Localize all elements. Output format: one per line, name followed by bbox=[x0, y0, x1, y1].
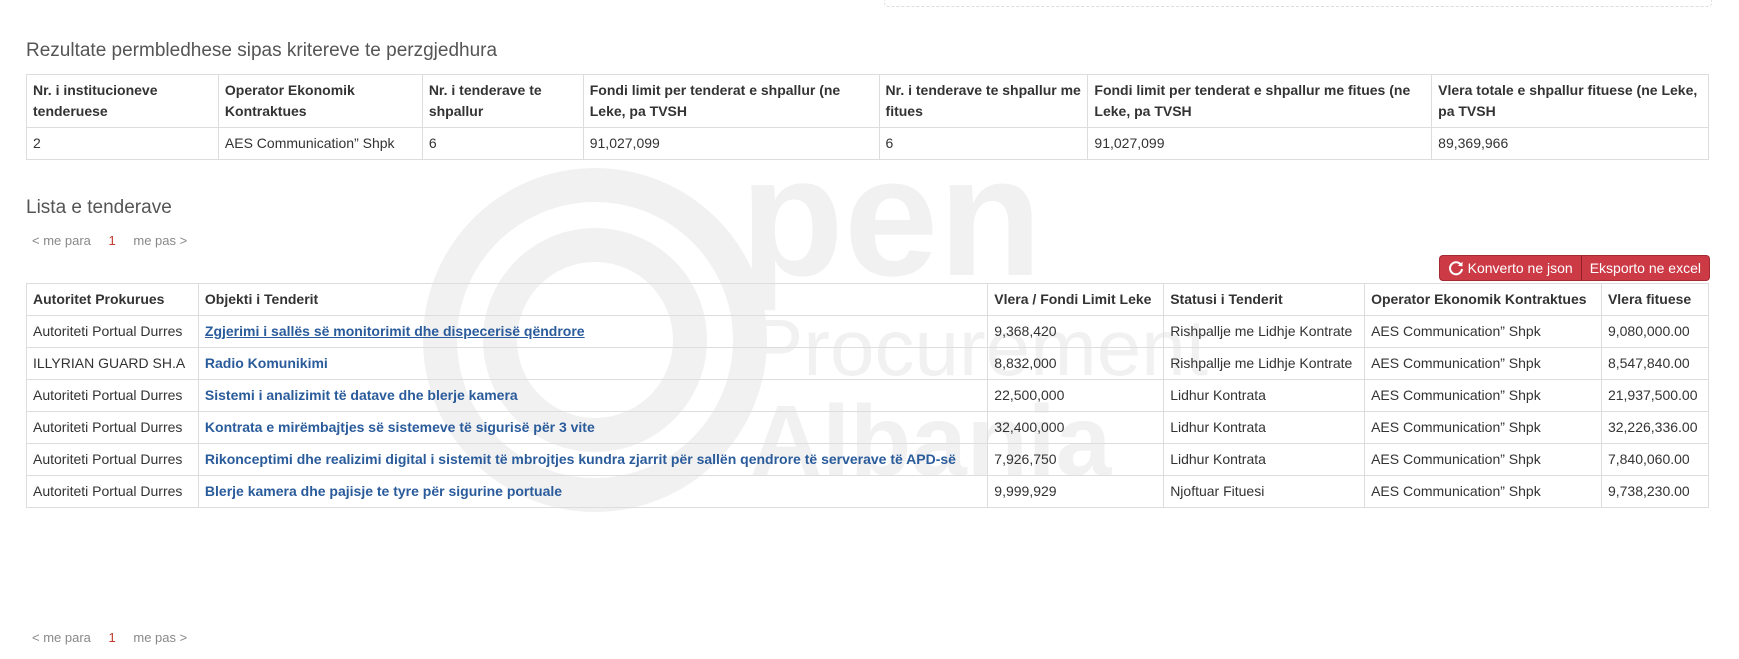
pager-bottom: < me para 1 me pas > bbox=[32, 630, 201, 645]
pager-next-link[interactable]: me pas > bbox=[133, 630, 187, 645]
tender-object-cell: Sistemi i analizimit të datave dhe blerj… bbox=[197, 379, 989, 412]
tender-link[interactable]: Kontrata e mirëmbajtjes së sistemeve të … bbox=[205, 419, 595, 435]
pager-top: < me para 1 me pas > bbox=[32, 233, 201, 248]
authority-cell: Autoriteti Portual Durres bbox=[26, 443, 199, 476]
tender-link[interactable]: Sistemi i analizimit të datave dhe blerj… bbox=[205, 387, 518, 403]
summary-title: Rezultate permbledhese sipas kritereve t… bbox=[26, 40, 498, 61]
summary-header-tenders-with-winner: Nr. i tenderave te shpallur me fitues bbox=[878, 74, 1089, 128]
summary-cell: AES Communication” Shpk bbox=[217, 127, 423, 160]
authority-cell: ILLYRIAN GUARD SH.A bbox=[26, 347, 199, 380]
fund-limit-cell: 9,368,420 bbox=[987, 315, 1165, 348]
summary-header-institutions: Nr. i institucioneve tenderuese bbox=[26, 74, 219, 128]
tender-link[interactable]: Radio Komunikimi bbox=[205, 355, 328, 371]
summary-row: 2 AES Communication” Shpk 6 91,027,099 6… bbox=[26, 127, 1709, 160]
operator-cell: AES Communication” Shpk bbox=[1364, 347, 1602, 380]
winning-value-cell: 9,738,230.00 bbox=[1600, 475, 1710, 508]
status-cell: Njoftuar Fituesi bbox=[1163, 475, 1366, 508]
summary-cell: 91,027,099 bbox=[1087, 127, 1433, 160]
summary-header-fund-limit-with-winner: Fondi limit per tenderat e shpallur me f… bbox=[1087, 74, 1433, 128]
fund-limit-cell: 22,500,000 bbox=[987, 379, 1165, 412]
summary-cell: 6 bbox=[878, 127, 1089, 160]
pager-prev-link[interactable]: < me para bbox=[32, 630, 91, 645]
header-winning-value: Vlera fituese bbox=[1600, 283, 1710, 316]
pager-next-link[interactable]: me pas > bbox=[133, 233, 187, 248]
table-row: ILLYRIAN GUARD SH.A Radio Komunikimi 8,8… bbox=[26, 347, 1710, 380]
tender-link[interactable]: Blerje kamera dhe pajisje te tyre për si… bbox=[205, 483, 562, 499]
pager-current-page[interactable]: 1 bbox=[109, 233, 116, 248]
tender-object-cell: Radio Komunikimi bbox=[197, 347, 989, 380]
authority-cell: Autoriteti Portual Durres bbox=[26, 379, 199, 412]
summary-cell: 89,369,966 bbox=[1431, 127, 1709, 160]
summary-header-row: Nr. i institucioneve tenderuese Operator… bbox=[26, 74, 1709, 128]
status-cell: Lidhur Kontrata bbox=[1163, 443, 1366, 476]
summary-cell: 6 bbox=[421, 127, 584, 160]
authority-cell: Autoriteti Portual Durres bbox=[26, 475, 199, 508]
tender-object-cell: Zgjerimi i sallës së monitorimit dhe dis… bbox=[197, 315, 989, 348]
operator-cell: AES Communication” Shpk bbox=[1364, 411, 1602, 444]
summary-header-total-winning-value: Vlera totale e shpallur fituese (ne Leke… bbox=[1431, 74, 1709, 128]
winning-value-cell: 32,226,336.00 bbox=[1600, 411, 1710, 444]
summary-header-operator: Operator Ekonomik Kontraktues bbox=[217, 74, 423, 128]
convert-json-label: Konverto ne json bbox=[1467, 260, 1573, 276]
top-filter-box-edge bbox=[884, 0, 1712, 7]
table-row: Autoriteti Portual Durres Zgjerimi i sal… bbox=[26, 315, 1710, 348]
authority-cell: Autoriteti Portual Durres bbox=[26, 315, 199, 348]
status-cell: Lidhur Kontrata bbox=[1163, 379, 1366, 412]
summary-table: Nr. i institucioneve tenderuese Operator… bbox=[26, 74, 1709, 160]
status-cell: Rishpallje me Lidhje Kontrate bbox=[1163, 315, 1366, 348]
status-cell: Rishpallje me Lidhje Kontrate bbox=[1163, 347, 1366, 380]
fund-limit-cell: 32,400,000 bbox=[987, 411, 1165, 444]
refresh-icon bbox=[1448, 261, 1463, 276]
header-fund-limit: Vlera / Fondi Limit Leke bbox=[987, 283, 1165, 316]
tenders-header-row: Autoritet Prokurues Objekti i Tenderit V… bbox=[26, 283, 1710, 316]
convert-json-button[interactable]: Konverto ne json bbox=[1438, 255, 1582, 281]
summary-header-fund-limit: Fondi limit per tenderat e shpallur (ne … bbox=[582, 74, 880, 128]
tender-link[interactable]: Zgjerimi i sallës së monitorimit dhe dis… bbox=[205, 323, 585, 339]
fund-limit-cell: 9,999,929 bbox=[987, 475, 1165, 508]
summary-cell: 2 bbox=[26, 127, 219, 160]
tender-object-cell: Kontrata e mirëmbajtjes së sistemeve të … bbox=[197, 411, 989, 444]
operator-cell: AES Communication” Shpk bbox=[1364, 379, 1602, 412]
pager-current-page[interactable]: 1 bbox=[109, 630, 116, 645]
winning-value-cell: 8,547,840.00 bbox=[1600, 347, 1710, 380]
header-status: Statusi i Tenderit bbox=[1163, 283, 1366, 316]
status-cell: Lidhur Kontrata bbox=[1163, 411, 1366, 444]
export-button-group: Konverto ne json Eksporto ne excel bbox=[1438, 255, 1710, 281]
tenders-table: Autoritet Prokurues Objekti i Tenderit V… bbox=[26, 283, 1710, 508]
fund-limit-cell: 8,832,000 bbox=[987, 347, 1165, 380]
table-row: Autoriteti Portual Durres Rikonceptimi d… bbox=[26, 443, 1710, 476]
tender-object-cell: Rikonceptimi dhe realizimi digital i sis… bbox=[197, 443, 989, 476]
winning-value-cell: 21,937,500.00 bbox=[1600, 379, 1710, 412]
tenders-title: Lista e tenderave bbox=[26, 197, 172, 218]
header-operator: Operator Ekonomik Kontraktues bbox=[1364, 283, 1602, 316]
export-excel-button[interactable]: Eksporto ne excel bbox=[1581, 255, 1710, 281]
winning-value-cell: 9,080,000.00 bbox=[1600, 315, 1710, 348]
summary-cell: 91,027,099 bbox=[582, 127, 880, 160]
operator-cell: AES Communication” Shpk bbox=[1364, 315, 1602, 348]
winning-value-cell: 7,840,060.00 bbox=[1600, 443, 1710, 476]
tender-object-cell: Blerje kamera dhe pajisje te tyre për si… bbox=[197, 475, 989, 508]
fund-limit-cell: 7,926,750 bbox=[987, 443, 1165, 476]
table-row: Autoriteti Portual Durres Kontrata e mir… bbox=[26, 411, 1710, 444]
header-authority: Autoritet Prokurues bbox=[26, 283, 199, 316]
table-row: Autoriteti Portual Durres Sistemi i anal… bbox=[26, 379, 1710, 412]
pager-prev-link[interactable]: < me para bbox=[32, 233, 91, 248]
operator-cell: AES Communication” Shpk bbox=[1364, 443, 1602, 476]
table-row: Autoriteti Portual Durres Blerje kamera … bbox=[26, 475, 1710, 508]
tender-link[interactable]: Rikonceptimi dhe realizimi digital i sis… bbox=[205, 451, 956, 467]
summary-header-tenders-count: Nr. i tenderave te shpallur bbox=[421, 74, 584, 128]
operator-cell: AES Communication” Shpk bbox=[1364, 475, 1602, 508]
authority-cell: Autoriteti Portual Durres bbox=[26, 411, 199, 444]
header-tender-object: Objekti i Tenderit bbox=[197, 283, 989, 316]
